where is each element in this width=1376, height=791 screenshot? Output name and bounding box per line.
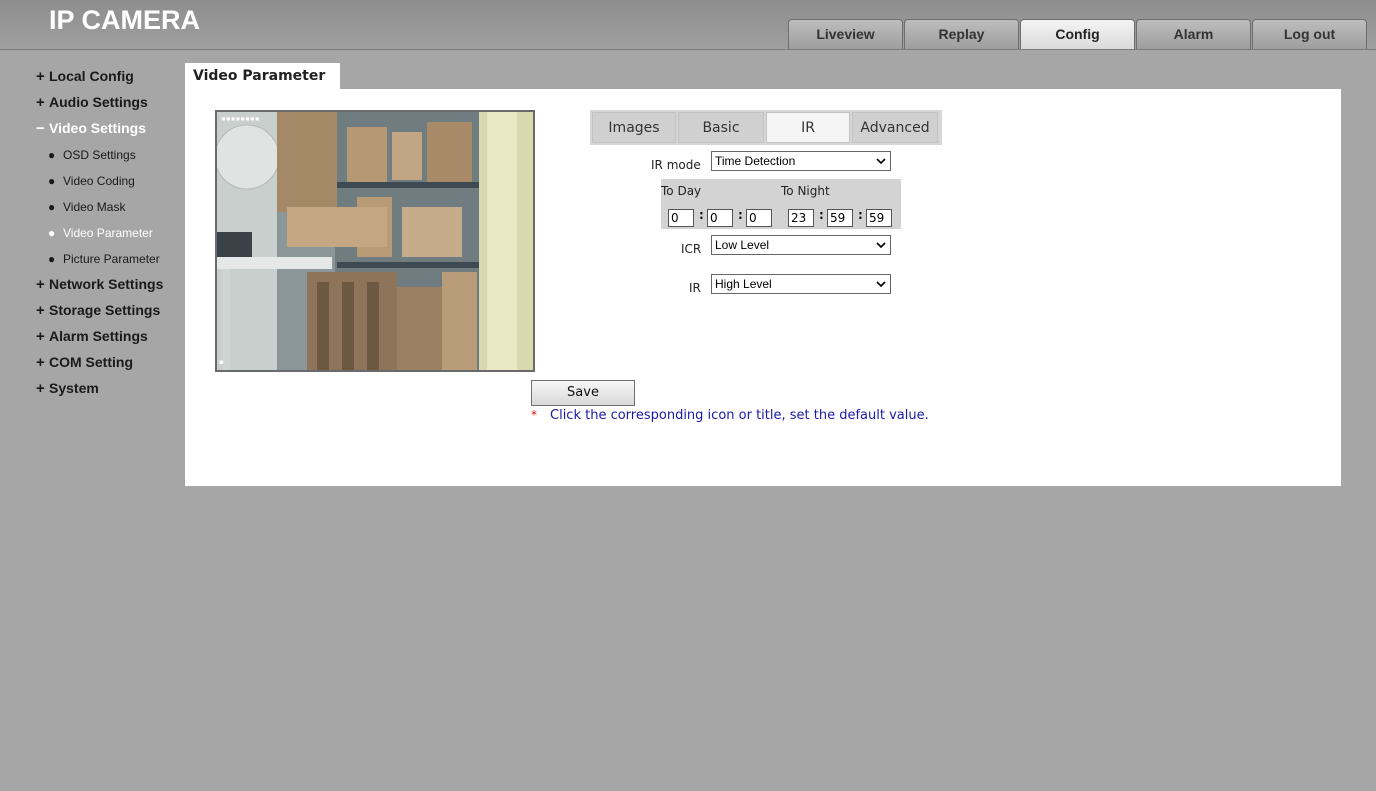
subtab-advanced[interactable]: Advanced <box>852 112 938 143</box>
main-tabs: Liveview Replay Config Alarm Log out <box>788 19 1368 49</box>
svg-text:▪▪▪▪▪▪▪▪: ▪▪▪▪▪▪▪▪ <box>221 114 260 123</box>
logo: IP CAMERA <box>49 5 201 35</box>
subtab-images[interactable]: Images <box>592 112 676 143</box>
bullet-icon: ● <box>48 148 56 162</box>
sidebar-item-network-settings[interactable]: + Network Settings <box>36 272 176 298</box>
sidebar-subitem-video-parameter[interactable]: ● Video Parameter <box>36 220 176 246</box>
to-night-minute-input[interactable]: 59 <box>827 209 853 227</box>
to-day-second-input[interactable]: 0 <box>746 209 772 227</box>
sidebar-item-label: Audio Settings <box>49 94 148 110</box>
default-value-note: Click the corresponding icon or title, s… <box>550 408 929 423</box>
svg-text:▪: ▪ <box>219 358 224 366</box>
sidebar-subitem-osd-settings[interactable]: ● OSD Settings <box>36 142 176 168</box>
chevron-down-icon <box>876 242 886 249</box>
sidebar-item-label: System <box>49 380 99 396</box>
to-night-second-input[interactable]: 59 <box>866 209 892 227</box>
colon-separator: : <box>819 208 824 222</box>
ir-label: IR <box>689 281 701 295</box>
camera-preview-image: ▪▪▪▪▪▪▪▪ ▪ <box>217 112 533 370</box>
to-day-hour-input[interactable]: 0 <box>668 209 694 227</box>
sidebar-subitem-label: Video Coding <box>63 174 135 188</box>
time-detection-box: To Day To Night 0 : 0 : 0 23 : 59 : 59 <box>661 179 901 229</box>
chevron-down-icon <box>876 281 886 288</box>
to-night-label: To Night <box>781 184 830 198</box>
subtab-ir[interactable]: IR <box>766 112 850 143</box>
colon-separator: : <box>699 208 704 222</box>
sidebar-subitem-label: Picture Parameter <box>63 252 160 266</box>
expand-icon: + <box>36 302 45 319</box>
colon-separator: : <box>858 208 863 222</box>
sidebar-subitem-label: Video Mask <box>63 200 126 214</box>
sidebar-subitem-label: Video Parameter <box>63 226 153 240</box>
expand-icon: + <box>36 354 45 371</box>
tab-logout[interactable]: Log out <box>1252 19 1367 49</box>
sidebar-item-com-setting[interactable]: + COM Setting <box>36 350 176 376</box>
sidebar-subitem-video-mask[interactable]: ● Video Mask <box>36 194 176 220</box>
sidebar-subitem-picture-parameter[interactable]: ● Picture Parameter <box>36 246 176 272</box>
expand-icon: + <box>36 380 45 397</box>
tab-config[interactable]: Config <box>1020 19 1135 49</box>
sidebar-item-video-settings[interactable]: − Video Settings <box>36 116 176 142</box>
sidebar-subitem-video-coding[interactable]: ● Video Coding <box>36 168 176 194</box>
ir-select[interactable]: High Level <box>711 274 891 294</box>
to-day-minute-input[interactable]: 0 <box>707 209 733 227</box>
icr-label: ICR <box>681 242 702 256</box>
sidebar-item-label: Alarm Settings <box>49 328 148 344</box>
expand-icon: + <box>36 94 45 111</box>
ir-mode-label: IR mode <box>651 158 701 172</box>
sidebar: + Local Config + Audio Settings − Video Set… <box>36 64 176 402</box>
bullet-icon: ● <box>48 252 56 266</box>
panel-title-tab: Video Parameter <box>185 63 340 90</box>
chevron-down-icon <box>876 158 886 165</box>
sidebar-item-storage-settings[interactable]: + Storage Settings <box>36 298 176 324</box>
to-night-hour-input[interactable]: 23 <box>788 209 814 227</box>
tab-replay[interactable]: Replay <box>904 19 1019 49</box>
to-day-label: To Day <box>661 184 702 198</box>
bullet-icon: ● <box>48 200 56 214</box>
icr-select[interactable]: Low Level <box>711 235 891 255</box>
tab-alarm[interactable]: Alarm <box>1136 19 1251 49</box>
sidebar-item-system[interactable]: + System <box>36 376 176 402</box>
sidebar-item-label: Video Settings <box>49 120 146 136</box>
sidebar-item-local-config[interactable]: + Local Config <box>36 64 176 90</box>
sidebar-subitem-label: OSD Settings <box>63 148 136 162</box>
collapse-icon: − <box>36 120 45 137</box>
tab-liveview[interactable]: Liveview <box>788 19 903 49</box>
sidebar-item-alarm-settings[interactable]: + Alarm Settings <box>36 324 176 350</box>
bullet-icon: ● <box>48 174 56 188</box>
icr-value: Low Level <box>715 238 770 252</box>
save-button[interactable]: Save <box>531 380 635 406</box>
sidebar-item-label: Local Config <box>49 68 134 84</box>
content-panel: ▪▪▪▪▪▪▪▪ ▪ Images Basic IR Advanced IR m… <box>185 89 1341 486</box>
ir-mode-select[interactable]: Time Detection <box>711 151 891 171</box>
sidebar-item-audio-settings[interactable]: + Audio Settings <box>36 90 176 116</box>
required-star: * <box>531 408 537 422</box>
colon-separator: : <box>738 208 743 222</box>
subtab-basic[interactable]: Basic <box>678 112 764 143</box>
expand-icon: + <box>36 276 45 293</box>
sub-tabs: Images Basic IR Advanced <box>590 110 942 145</box>
header: IP CAMERA Liveview Replay Config Alarm L… <box>0 0 1376 50</box>
camera-preview[interactable]: ▪▪▪▪▪▪▪▪ ▪ <box>215 110 535 372</box>
expand-icon: + <box>36 68 45 85</box>
ir-mode-value: Time Detection <box>715 154 796 168</box>
ir-value: High Level <box>715 277 772 291</box>
bullet-icon: ● <box>48 226 56 240</box>
expand-icon: + <box>36 328 45 345</box>
sidebar-item-label: Storage Settings <box>49 302 161 318</box>
sidebar-item-label: COM Setting <box>49 354 133 370</box>
sidebar-item-label: Network Settings <box>49 276 164 292</box>
